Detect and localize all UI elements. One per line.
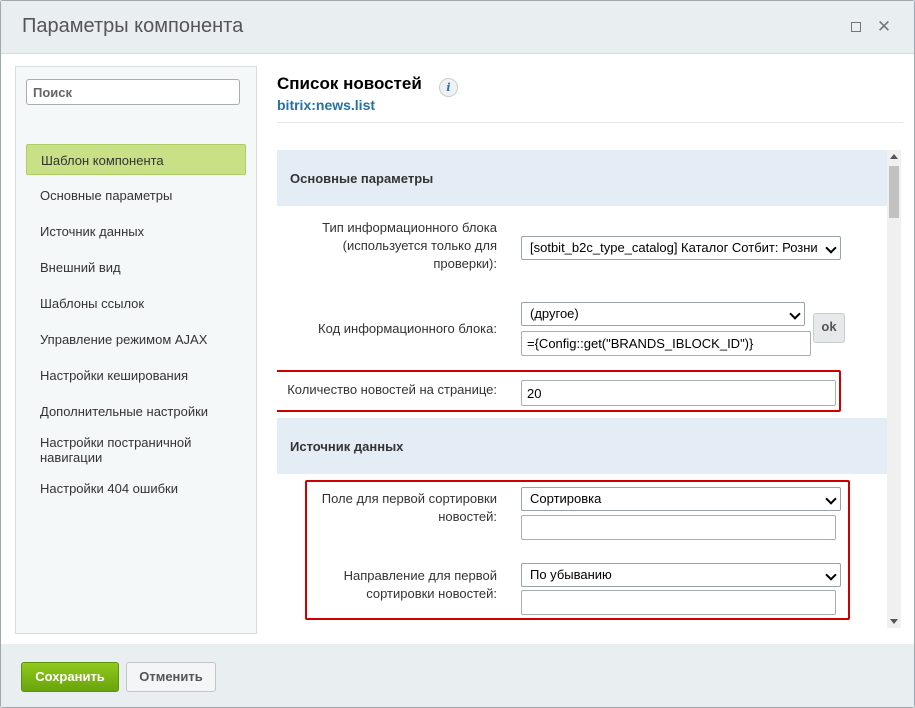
cancel-button[interactable]: Отменить (126, 662, 216, 692)
dialog-titlebar[interactable]: Параметры компонента ✕ (1, 1, 914, 53)
maximize-icon[interactable] (847, 18, 865, 36)
sidebar-item-ajax[interactable]: Управление режимом AJAX (26, 332, 246, 347)
close-icon[interactable]: ✕ (875, 18, 893, 36)
dialog-title: Параметры компонента (22, 15, 244, 37)
main-panel: Список новостей i bitrix:news.list Основ… (277, 66, 904, 632)
info-icon[interactable]: i (439, 78, 458, 97)
sort-order1-value: По убыванию (530, 567, 612, 582)
sidebar-item-url-templates[interactable]: Шаблоны ссылок (26, 296, 246, 311)
component-settings-dialog: Параметры компонента ✕ Шаблон компонента… (0, 0, 915, 708)
sort-order1-label: Направление для первой сортировки новост… (343, 568, 497, 601)
divider (277, 122, 903, 123)
iblock-code-select[interactable]: (другое) (521, 302, 805, 326)
scrollbar-thumb[interactable] (889, 166, 899, 218)
sidebar: Шаблон компонента Основные параметры Ист… (15, 66, 257, 634)
sidebar-item-cache[interactable]: Настройки кеширования (26, 368, 246, 383)
sidebar-item-template[interactable]: Шаблон компонента (26, 144, 246, 175)
ok-button[interactable]: ok (813, 313, 845, 343)
sort-by1-input[interactable] (521, 515, 836, 540)
section-basic-params: Основные параметры (277, 150, 887, 206)
section-datasource-title: Источник данных (290, 439, 404, 454)
iblock-code-label: Код информационного блока: (318, 321, 497, 336)
parameters-list: Основные параметры Тип информационного б… (277, 150, 887, 628)
sidebar-item-pagination[interactable]: Настройки постраничной навигации (26, 435, 224, 465)
iblock-type-select[interactable]: [sotbit_b2c_type_catalog] Каталог Сотбит… (521, 236, 841, 260)
sort-by1-select[interactable]: Сортировка (521, 487, 841, 511)
chevron-down-icon (789, 308, 801, 320)
sidebar-item-404[interactable]: Настройки 404 ошибки (26, 481, 246, 496)
sort-order1-input[interactable] (521, 590, 836, 615)
chevron-down-icon (825, 242, 837, 254)
sort-by1-value: Сортировка (530, 491, 602, 506)
scroll-down-arrow-icon[interactable] (890, 619, 898, 624)
sidebar-item-additional[interactable]: Дополнительные настройки (26, 404, 246, 419)
component-code: bitrix:news.list (277, 97, 376, 113)
section-datasource: Источник данных (277, 418, 887, 474)
sort-order1-select[interactable]: По убыванию (521, 563, 841, 587)
iblock-code-input[interactable] (521, 331, 811, 356)
news-count-label: Количество новостей на странице: (287, 382, 497, 397)
dialog-body: Шаблон компонента Основные параметры Ист… (1, 53, 914, 644)
iblock-type-value: [sotbit_b2c_type_catalog] Каталог Сотбит… (530, 240, 818, 255)
component-title: Список новостей (277, 74, 422, 93)
save-button[interactable]: Сохранить (21, 662, 119, 692)
iblock-code-select-value: (другое) (530, 306, 579, 321)
news-count-input[interactable] (521, 380, 836, 406)
sidebar-nav: Шаблон компонента Основные параметры Ист… (26, 144, 246, 496)
iblock-type-label: Тип информационного блока (используется … (322, 220, 497, 271)
sidebar-item-appearance[interactable]: Внешний вид (26, 260, 246, 275)
scrollbar[interactable] (887, 150, 901, 628)
dialog-footer: Сохранить Отменить (1, 644, 914, 707)
sort-by1-label: Поле для первой сортировки новостей: (321, 491, 497, 524)
sidebar-item-datasource[interactable]: Источник данных (26, 224, 246, 239)
section-basic-title: Основные параметры (290, 171, 434, 186)
scroll-up-arrow-icon[interactable] (890, 154, 898, 159)
search-input[interactable] (26, 79, 240, 105)
chevron-down-icon (825, 569, 837, 581)
sidebar-item-basic[interactable]: Основные параметры (26, 188, 246, 203)
chevron-down-icon (825, 493, 837, 505)
